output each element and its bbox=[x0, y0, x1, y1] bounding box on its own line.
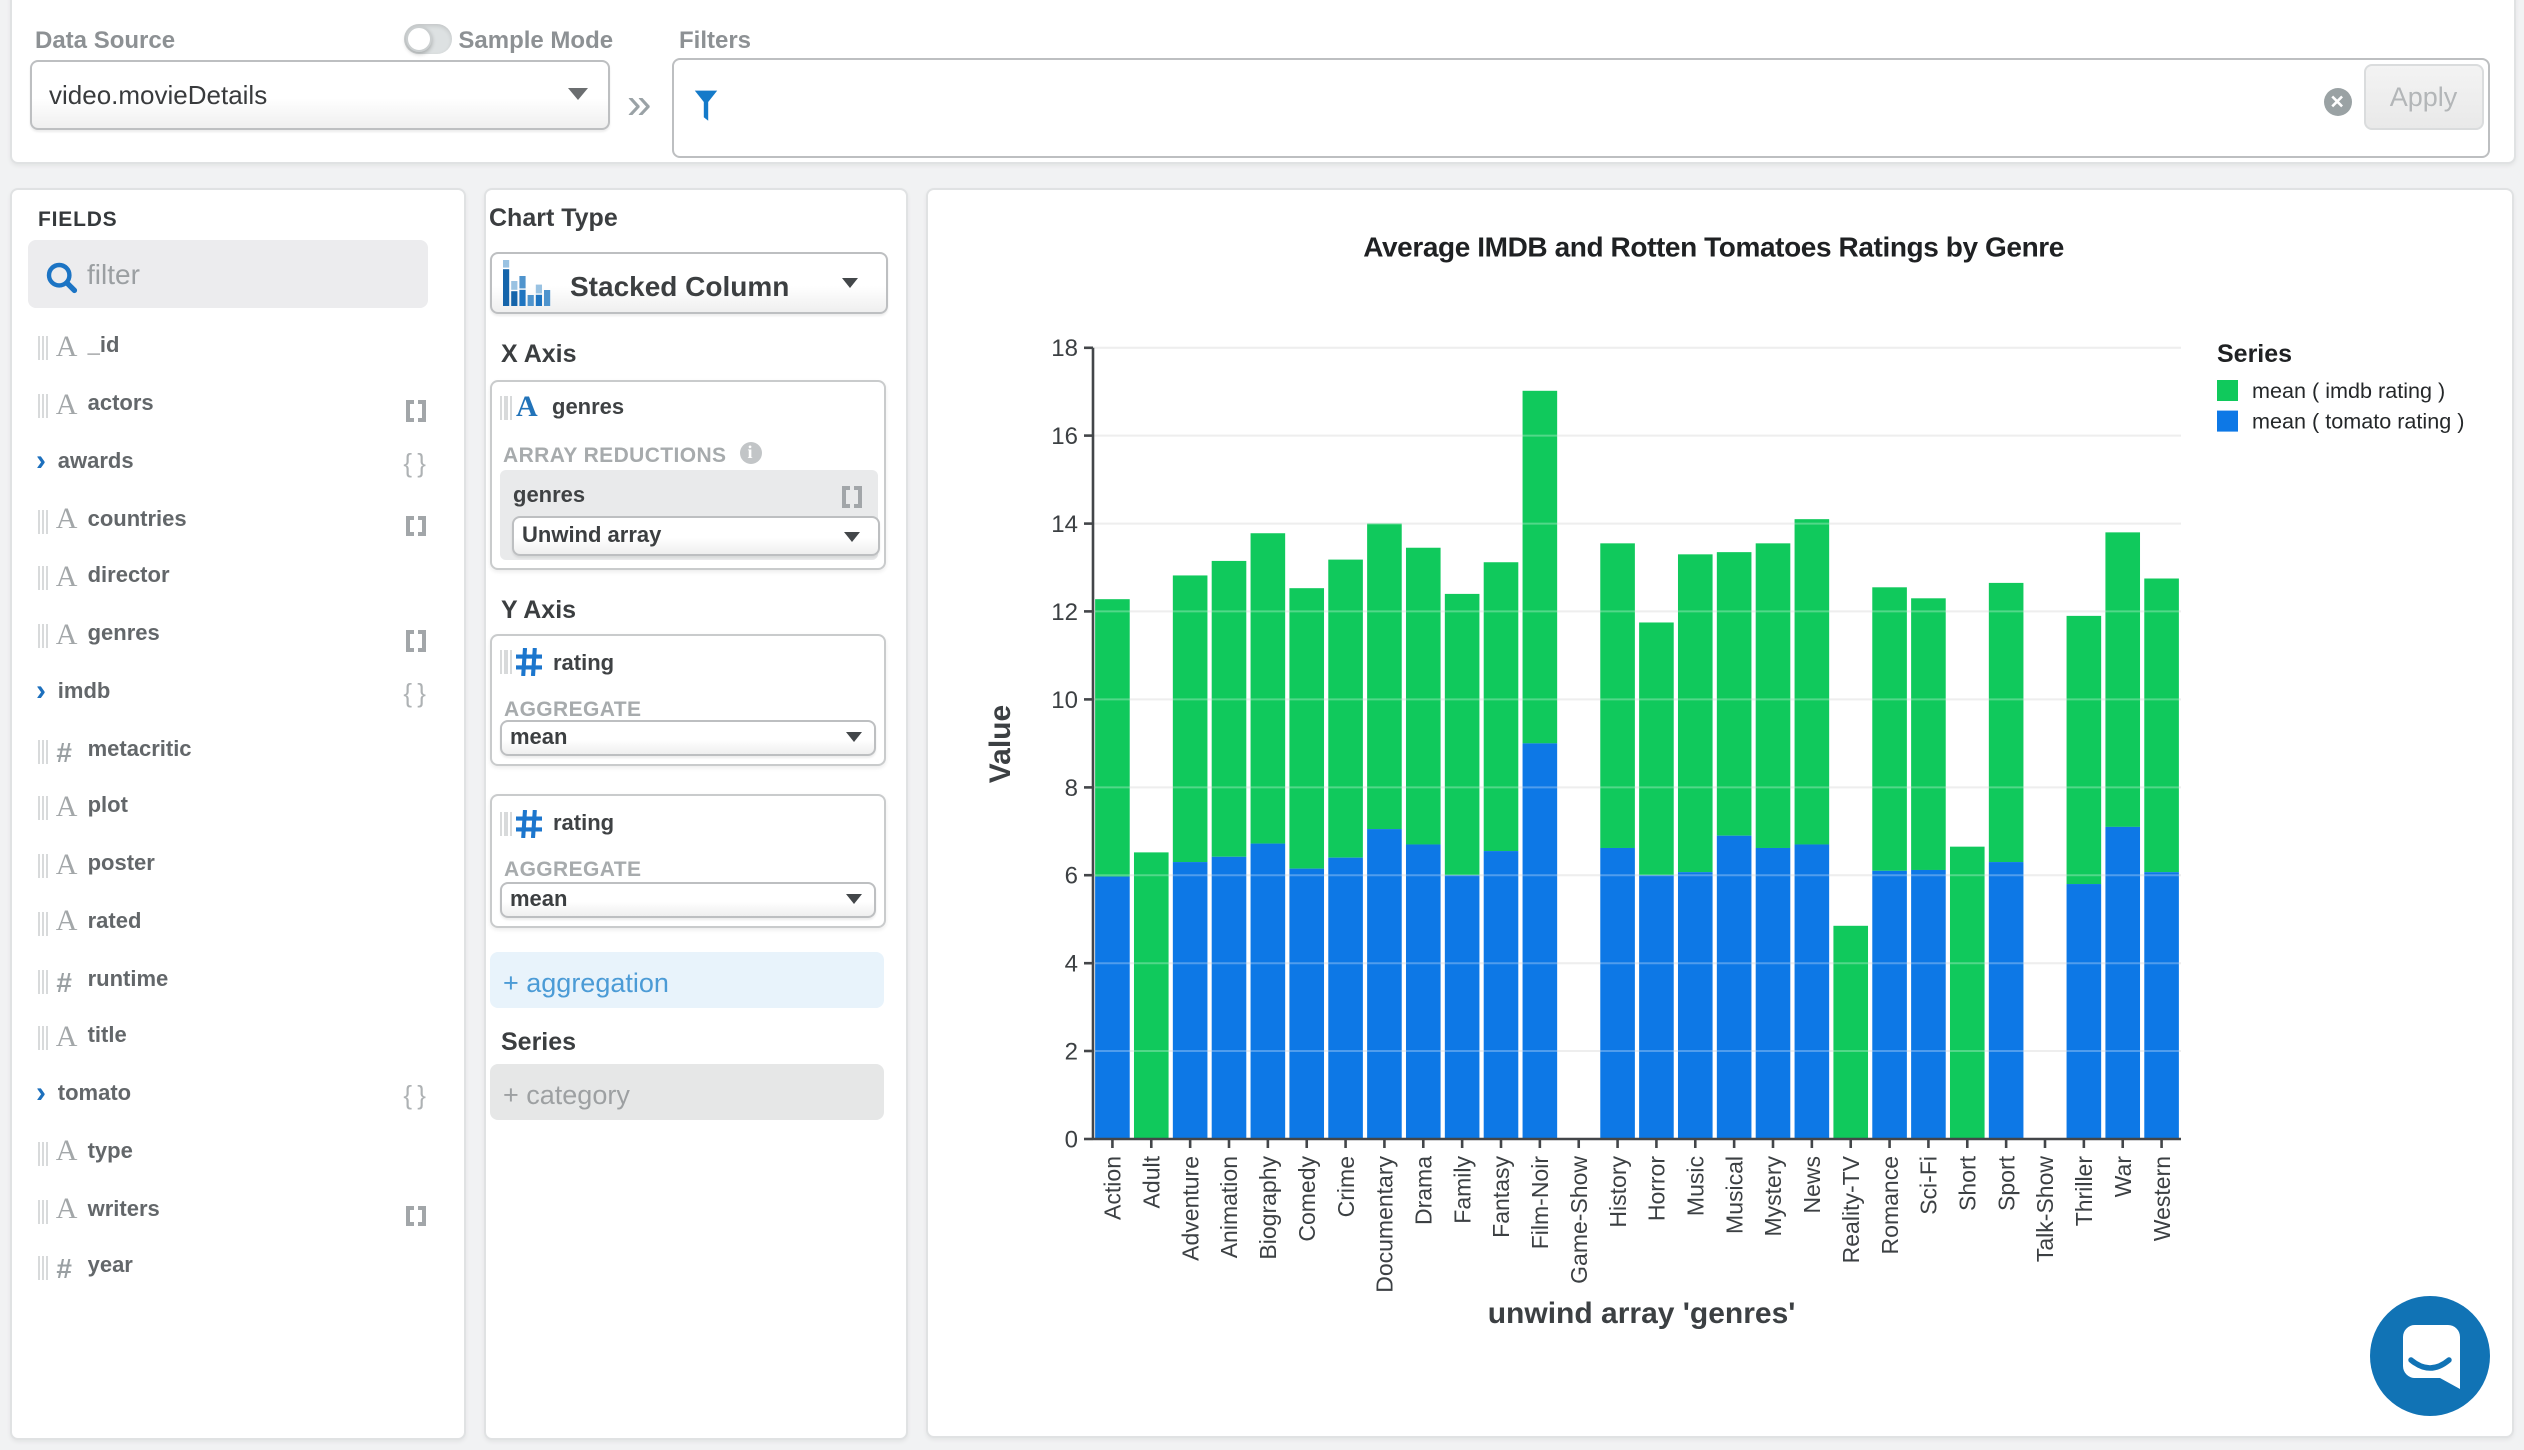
svg-text:Adventure: Adventure bbox=[1176, 1156, 1202, 1261]
svg-text:16: 16 bbox=[1050, 423, 1077, 450]
svg-text:Comedy: Comedy bbox=[1293, 1156, 1319, 1242]
svg-text:Music: Music bbox=[1681, 1156, 1707, 1216]
svg-text:Sci-Fi: Sci-Fi bbox=[1915, 1156, 1941, 1215]
svg-text:Series: Series bbox=[2216, 340, 2291, 368]
svg-text:Biography: Biography bbox=[1254, 1156, 1280, 1260]
svg-text:8: 8 bbox=[1064, 775, 1077, 802]
svg-text:Value: Value bbox=[983, 705, 1016, 783]
svg-text:Reality-TV: Reality-TV bbox=[1837, 1155, 1863, 1263]
svg-text:Musical: Musical bbox=[1720, 1156, 1746, 1234]
svg-text:mean ( imdb rating ): mean ( imdb rating ) bbox=[2251, 378, 2444, 403]
svg-text:unwind array 'genres': unwind array 'genres' bbox=[1487, 1297, 1795, 1330]
svg-text:Drama: Drama bbox=[1409, 1156, 1435, 1225]
svg-text:14: 14 bbox=[1050, 511, 1077, 538]
svg-text:History: History bbox=[1604, 1156, 1630, 1228]
svg-text:Horror: Horror bbox=[1643, 1156, 1669, 1222]
svg-text:Crime: Crime bbox=[1332, 1156, 1358, 1217]
svg-text:Adult: Adult bbox=[1137, 1155, 1163, 1208]
svg-text:2: 2 bbox=[1064, 1038, 1077, 1065]
svg-text:Short: Short bbox=[1953, 1155, 1979, 1211]
svg-text:Average IMDB and Rotten Tomato: Average IMDB and Rotten Tomatoes Ratings… bbox=[1362, 232, 2063, 263]
svg-text:Action: Action bbox=[1099, 1156, 1125, 1220]
svg-text:Thriller: Thriller bbox=[2070, 1156, 2096, 1227]
svg-text:Documentary: Documentary bbox=[1371, 1156, 1397, 1293]
svg-text:Talk-Show: Talk-Show bbox=[2031, 1156, 2057, 1262]
svg-text:18: 18 bbox=[1050, 335, 1077, 362]
svg-text:Fantasy: Fantasy bbox=[1487, 1156, 1513, 1238]
svg-text:News: News bbox=[1798, 1156, 1824, 1214]
svg-text:12: 12 bbox=[1050, 599, 1077, 626]
svg-text:Game-Show: Game-Show bbox=[1565, 1156, 1591, 1284]
svg-text:6: 6 bbox=[1064, 863, 1077, 890]
svg-text:Film-Noir: Film-Noir bbox=[1526, 1156, 1552, 1250]
svg-text:mean ( tomato rating ): mean ( tomato rating ) bbox=[2251, 409, 2463, 434]
svg-text:Romance: Romance bbox=[1876, 1156, 1902, 1254]
svg-text:10: 10 bbox=[1050, 687, 1077, 714]
svg-text:4: 4 bbox=[1064, 951, 1077, 978]
svg-text:Western: Western bbox=[2148, 1156, 2174, 1241]
svg-text:Mystery: Mystery bbox=[1759, 1156, 1785, 1237]
svg-text:Animation: Animation bbox=[1215, 1156, 1241, 1258]
svg-text:War: War bbox=[2109, 1156, 2135, 1198]
svg-text:0: 0 bbox=[1064, 1126, 1077, 1153]
svg-text:Family: Family bbox=[1448, 1156, 1474, 1224]
svg-text:Sport: Sport bbox=[1992, 1155, 2018, 1211]
